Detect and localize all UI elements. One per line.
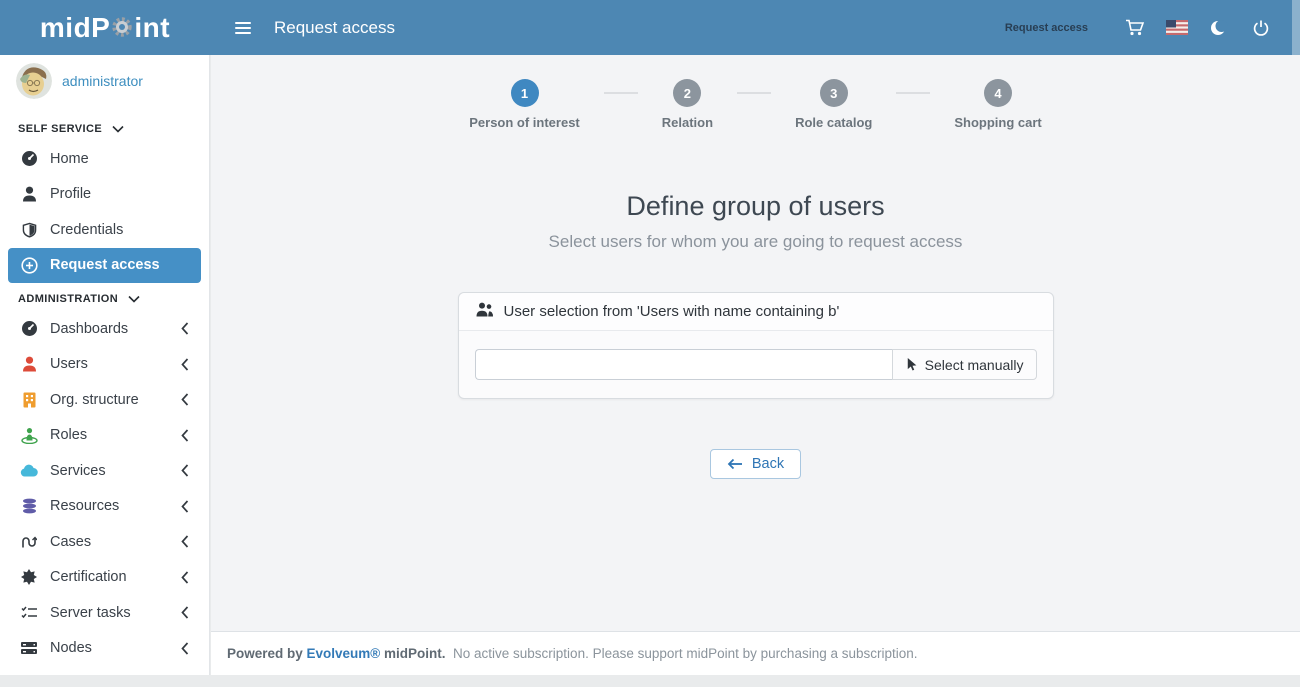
cloud-icon bbox=[20, 464, 38, 477]
tachometer-icon bbox=[20, 150, 38, 167]
wizard-step-person-of-interest[interactable]: 1 Person of interest bbox=[469, 79, 580, 130]
user-selection-input-group: Select manually bbox=[475, 349, 1037, 380]
product-name: midPoint. bbox=[380, 646, 445, 661]
chevron-left-icon bbox=[181, 358, 189, 371]
wizard-connector bbox=[604, 92, 638, 94]
gear-icon bbox=[111, 13, 133, 45]
back-button[interactable]: Back bbox=[710, 449, 801, 479]
mouse-pointer-icon bbox=[905, 357, 917, 372]
plus-circle-icon bbox=[20, 257, 38, 274]
wizard-step-relation[interactable]: 2 Relation bbox=[662, 79, 713, 130]
chevron-down-icon bbox=[128, 295, 140, 303]
sidebar-item-credentials[interactable]: Credentials bbox=[8, 212, 201, 248]
wizard-connector bbox=[896, 92, 930, 94]
hamburger-menu-icon[interactable] bbox=[234, 20, 252, 36]
sidebar-item-nodes[interactable]: Nodes bbox=[8, 631, 201, 667]
cart-icon[interactable] bbox=[1114, 19, 1156, 37]
server-icon bbox=[20, 641, 38, 655]
card-header: User selection from 'Users with name con… bbox=[459, 293, 1053, 331]
sidebar-item-resources[interactable]: Resources bbox=[8, 489, 201, 525]
user-selection-card: User selection from 'Users with name con… bbox=[458, 292, 1054, 399]
page-header-title: Request access bbox=[274, 18, 395, 38]
chevron-left-icon bbox=[181, 571, 189, 584]
wizard-step-shopping-cart[interactable]: 4 Shopping cart bbox=[954, 79, 1041, 130]
powered-by-text: Powered by bbox=[227, 646, 307, 661]
breadcrumb: Request access bbox=[1005, 22, 1088, 34]
chevron-left-icon bbox=[181, 429, 189, 442]
chevron-left-icon bbox=[181, 464, 189, 477]
power-icon[interactable] bbox=[1240, 19, 1282, 37]
route-icon bbox=[20, 534, 38, 549]
street-view-icon bbox=[20, 427, 38, 444]
main-content: 1 Person of interest 2 Relation 3 Role c… bbox=[211, 55, 1300, 675]
chevron-left-icon bbox=[181, 322, 189, 335]
page-subtitle: Select users for whom you are going to r… bbox=[211, 232, 1300, 252]
wizard-steps: 1 Person of interest 2 Relation 3 Role c… bbox=[211, 55, 1300, 130]
chevron-left-icon bbox=[181, 642, 189, 655]
shield-icon bbox=[20, 222, 38, 238]
list-check-icon bbox=[20, 606, 38, 620]
select-manually-button[interactable]: Select manually bbox=[892, 349, 1037, 380]
user-selection-input[interactable] bbox=[475, 349, 892, 380]
page-title: Define group of users bbox=[211, 191, 1300, 222]
sidebar-item-request-access[interactable]: Request access bbox=[8, 248, 201, 284]
card-body: Select manually bbox=[459, 331, 1053, 398]
logo-text-post: int bbox=[134, 12, 170, 44]
chevron-left-icon bbox=[181, 606, 189, 619]
sidebar-item-org-structure[interactable]: Org. structure bbox=[8, 382, 201, 418]
wizard-step-role-catalog[interactable]: 3 Role catalog bbox=[795, 79, 872, 130]
sidebar-item-profile[interactable]: Profile bbox=[8, 177, 201, 213]
evolveum-link[interactable]: Evolveum® bbox=[307, 646, 381, 661]
section-header-self-service[interactable]: SELF SERVICE bbox=[0, 121, 209, 137]
actions-row: Back bbox=[211, 449, 1300, 479]
sidebar-item-certification[interactable]: Certification bbox=[8, 560, 201, 596]
user-icon bbox=[20, 356, 38, 372]
us-flag-icon[interactable] bbox=[1156, 20, 1198, 35]
database-icon bbox=[20, 498, 38, 514]
certificate-icon bbox=[20, 569, 38, 585]
chevron-left-icon bbox=[181, 535, 189, 548]
chevron-left-icon bbox=[181, 393, 189, 406]
subscription-note: No active subscription. Please support m… bbox=[446, 646, 918, 661]
sidebar-item-cases[interactable]: Cases bbox=[8, 524, 201, 560]
scrollbar-track[interactable] bbox=[1292, 0, 1300, 55]
building-icon bbox=[20, 392, 38, 408]
section-header-administration[interactable]: ADMINISTRATION bbox=[0, 291, 209, 307]
sidebar-item-roles[interactable]: Roles bbox=[8, 418, 201, 454]
sidebar-item-home[interactable]: Home bbox=[8, 141, 201, 177]
chevron-down-icon bbox=[112, 125, 124, 133]
card-title: User selection from 'Users with name con… bbox=[504, 303, 840, 320]
sidebar-item-services[interactable]: Services bbox=[8, 453, 201, 489]
midpoint-app: midP int Request access Request acces bbox=[0, 0, 1300, 687]
moon-icon[interactable] bbox=[1198, 19, 1240, 37]
tachometer-icon bbox=[20, 320, 38, 337]
arrow-left-icon bbox=[727, 458, 743, 470]
users-icon bbox=[475, 302, 494, 321]
user-name-link[interactable]: administrator bbox=[62, 73, 143, 89]
footer: Powered by Evolveum® midPoint. No active… bbox=[211, 631, 1300, 675]
user-icon bbox=[20, 186, 38, 202]
header-actions bbox=[1114, 19, 1282, 37]
logo[interactable]: midP int bbox=[0, 10, 210, 45]
sidebar: administrator SELF SERVICE Home Profile bbox=[0, 55, 210, 675]
top-header: midP int Request access Request acces bbox=[0, 0, 1300, 55]
sidebar-item-server-tasks[interactable]: Server tasks bbox=[8, 595, 201, 631]
sidebar-item-users[interactable]: Users bbox=[8, 347, 201, 383]
user-panel: administrator bbox=[0, 55, 209, 107]
wizard-connector bbox=[737, 92, 771, 94]
administration-nav: Dashboards Users Org. structure bbox=[0, 311, 209, 666]
logo-text-pre: midP bbox=[40, 12, 110, 44]
sidebar-item-dashboards[interactable]: Dashboards bbox=[8, 311, 201, 347]
avatar[interactable] bbox=[16, 63, 52, 99]
chevron-left-icon bbox=[181, 500, 189, 513]
self-service-nav: Home Profile Credentials Request access bbox=[0, 141, 209, 283]
